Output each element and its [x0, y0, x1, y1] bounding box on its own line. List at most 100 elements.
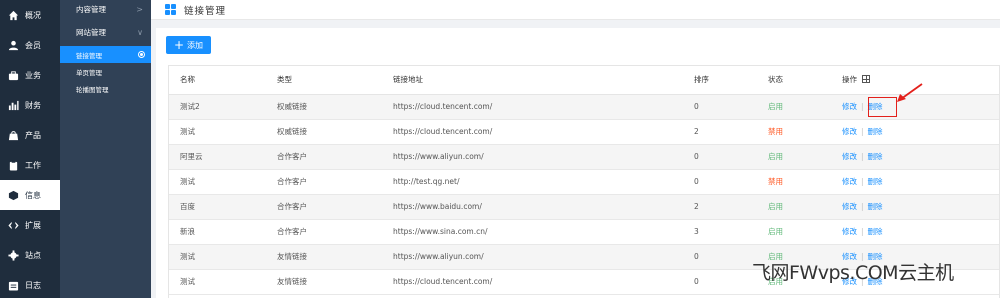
cell-url: http://test.qg.net/ [382, 169, 683, 195]
edit-link[interactable]: 修改 [842, 152, 857, 161]
arrow-annotation-icon [897, 83, 923, 102]
submenu-group-site[interactable]: 网站管理 ∨ [60, 23, 151, 42]
cell-url: https://www.sina.com.cn/ [382, 219, 683, 245]
submenu-item[interactable]: 轮播图管理 [60, 80, 151, 97]
cell-name: 新浪 [169, 219, 266, 245]
active-indicator-icon [138, 51, 145, 58]
cell-type: 合作客户 [266, 169, 382, 195]
cell-sort: 0 [683, 269, 757, 295]
edit-link[interactable]: 修改 [842, 102, 857, 111]
cell-name: 阿里云 [169, 144, 266, 170]
main-nav-rail: 概况会员业务财务产品工作信息扩展站点日志 [0, 0, 60, 298]
cell-sort: 0 [683, 169, 757, 195]
edit-link[interactable]: 修改 [842, 177, 857, 186]
submenu-item[interactable]: 链接管理 [60, 46, 151, 63]
submenu-group-label: 网站管理 [76, 28, 106, 37]
bar-chart-icon [7, 99, 19, 111]
status-badge: 启用 [757, 94, 831, 120]
user-icon [7, 39, 19, 51]
nav-item-label: 站点 [25, 250, 41, 260]
delete-link[interactable]: 删除 [868, 177, 883, 186]
cell-sort: 0 [683, 144, 757, 170]
cell-name: 测试 [169, 119, 266, 145]
nav-item-label: 工作 [25, 160, 41, 170]
submenu-item[interactable]: 单页管理 [60, 63, 151, 80]
table-row: 阿里云 合作客户 https://www.aliyun.com/0 启用 修改 | 删除 [169, 144, 999, 170]
nav-item-label: 扩展 [25, 220, 41, 230]
highlight-box [868, 97, 897, 117]
table-header-row: 名称 类型 链接地址 排序 状态 操作 [169, 66, 999, 95]
nav-item[interactable]: 业务 [0, 60, 60, 90]
column-header-url: 链接地址 [382, 66, 683, 95]
clipboard-icon [7, 159, 19, 171]
submenu-panel: 内容管理 > 网站管理 ∨ 链接管理单页管理轮播图管理 [60, 0, 151, 298]
nav-item[interactable]: 日志 [0, 270, 60, 298]
status-badge: 禁用 [757, 169, 831, 195]
edit-link[interactable]: 修改 [842, 127, 857, 136]
ops-separator: | [861, 202, 864, 211]
submenu-item-label: 轮播图管理 [76, 85, 109, 94]
cell-ops: 修改 | 删除 [831, 219, 999, 245]
nav-item[interactable]: 会员 [0, 30, 60, 60]
delete-link[interactable]: 删除 [868, 202, 883, 211]
edit-link[interactable]: 修改 [842, 202, 857, 211]
page-title: 链接管理 [184, 5, 227, 17]
watermark: 飞网FWvps.COM云主机 [752, 262, 954, 284]
cell-sort: 0 [683, 244, 757, 270]
cell-ops: 修改 | 删除 [831, 169, 999, 195]
ops-separator: | [861, 127, 864, 136]
cell-type: 合作客户 [266, 144, 382, 170]
page-header: 链接管理 [151, 0, 1000, 20]
cell-type: 友情链接 [266, 244, 382, 270]
submenu-item-label: 单页管理 [76, 68, 102, 77]
table-row: 百度 合作客户 https://www.baidu.com/2 启用 修改 | 删除 [169, 194, 999, 220]
cell-sort: 0 [683, 94, 757, 120]
nav-item[interactable]: 产品 [0, 120, 60, 150]
add-button-label: 添加 [187, 40, 204, 50]
nav-item-label: 日志 [25, 280, 41, 290]
cell-type: 合作客户 [266, 194, 382, 220]
ops-separator: | [861, 152, 864, 161]
submenu-group-content[interactable]: 内容管理 > [60, 0, 151, 19]
column-settings-icon[interactable] [862, 75, 870, 84]
nav-item[interactable]: 站点 [0, 240, 60, 270]
cell-ops: 修改 | 删除 [831, 119, 999, 145]
cell-sort: 2 [683, 194, 757, 220]
status-badge: 启用 [757, 144, 831, 170]
delete-link[interactable]: 删除 [868, 227, 883, 236]
status-badge: 启用 [757, 219, 831, 245]
nav-item-label: 业务 [25, 70, 41, 80]
cell-ops: 修改 | 删除 [831, 144, 999, 170]
cell-ops: 修改 | 删除 [831, 194, 999, 220]
nav-item-label: 信息 [25, 190, 41, 200]
delete-link[interactable]: 删除 [868, 152, 883, 161]
cell-url: https://cloud.tencent.com/ [382, 119, 683, 145]
column-header-status: 状态 [757, 66, 831, 95]
nav-item[interactable]: 概况 [0, 0, 60, 30]
cell-name: 测试 [169, 169, 266, 195]
cell-name: 测试 [169, 244, 266, 270]
calendar-icon [7, 279, 19, 291]
nav-item[interactable]: 扩展 [0, 210, 60, 240]
nav-item[interactable]: 工作 [0, 150, 60, 180]
main-content: 链接管理 + 添加 名称 类型 链接地址 排序 状态 操作 测试2 权威链接 h… [151, 0, 1000, 298]
cell-url: https://cloud.tencent.com/ [382, 94, 683, 120]
cell-url: https://cloud.tencent.com/ [382, 269, 683, 295]
nav-item[interactable]: 财务 [0, 90, 60, 120]
column-header-sort: 排序 [683, 66, 757, 95]
cube-icon [7, 189, 19, 201]
nav-item-label: 产品 [25, 130, 41, 140]
status-badge: 禁用 [757, 119, 831, 145]
ops-separator: | [861, 177, 864, 186]
delete-link[interactable]: 删除 [868, 127, 883, 136]
table-row: 测试 权威链接 https://cloud.tencent.com/2 禁用 修改 | 删除 [169, 119, 999, 145]
code-icon [7, 219, 19, 231]
home-icon [7, 9, 19, 21]
submenu-group-label: 内容管理 [76, 5, 106, 14]
edit-link[interactable]: 修改 [842, 227, 857, 236]
nav-item[interactable]: 信息 [0, 180, 60, 210]
add-button[interactable]: + 添加 [166, 36, 211, 54]
nav-item-label: 会员 [25, 40, 41, 50]
table-row: 新浪 合作客户 https://www.sina.com.cn/3 启用 修改 | 删除 [169, 219, 999, 245]
grid-icon [165, 4, 176, 15]
